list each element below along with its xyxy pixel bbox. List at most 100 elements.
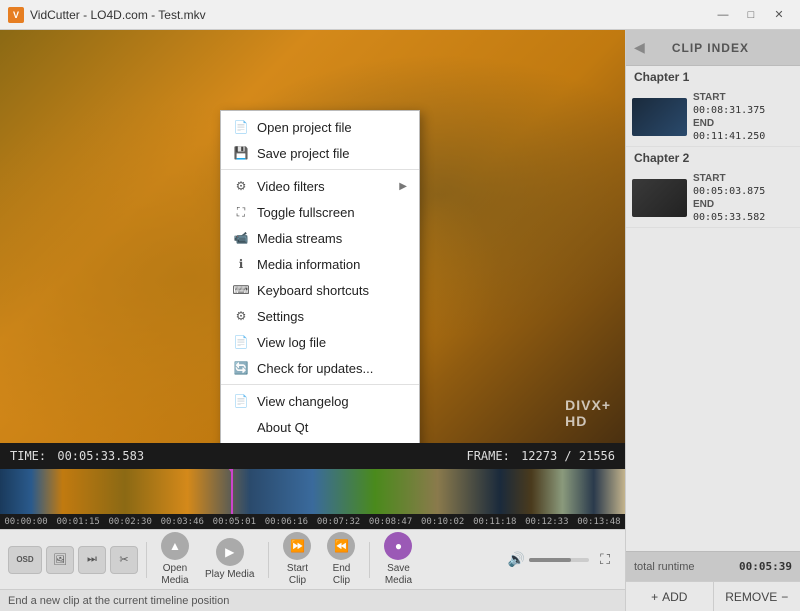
play-icon: ▶ — [216, 538, 244, 566]
volume-slider[interactable] — [529, 558, 589, 562]
timeline-marker-head — [225, 469, 237, 472]
start-label-2: START — [693, 173, 726, 184]
menu-item-save-project-label: Save project file — [257, 146, 350, 161]
menu-item-check-updates[interactable]: 🔄 Check for updates... — [221, 355, 419, 381]
timecode-0: 00:00:00 — [0, 517, 52, 527]
menu-item-view-log[interactable]: 📄 View log file — [221, 329, 419, 355]
separator-1 — [146, 542, 147, 578]
frame-label: FRAME: — [466, 449, 509, 463]
clip-thumb-2 — [632, 179, 687, 217]
frame-current: 12273 — [521, 449, 557, 463]
menu-item-view-changelog[interactable]: 📄 View changelog — [221, 388, 419, 414]
end-value-1: 00:11:41.250 — [693, 131, 765, 142]
timecode-6: 00:07:32 — [312, 517, 364, 527]
end-value-2: 00:05:33.582 — [693, 212, 765, 223]
menu-item-about-qt[interactable]: About Qt — [221, 414, 419, 440]
cut-button[interactable]: ✂ — [110, 546, 138, 574]
clip-info-1: START 00:08:31.375 END 00:11:41.250 — [693, 92, 765, 142]
add-remove-bar: + ADD REMOVE − — [626, 581, 800, 611]
chapter-1-label: Chapter 1 — [626, 66, 800, 88]
remove-label: REMOVE — [725, 590, 777, 604]
add-label: ADD — [662, 590, 687, 604]
menu-item-settings-label: Settings — [257, 309, 304, 324]
menu-item-settings[interactable]: ⚙ Settings — [221, 303, 419, 329]
open-media-label: OpenMedia — [161, 563, 188, 587]
start-clip-icon: ⏩ — [283, 532, 311, 560]
save-media-button[interactable]: ● SaveMedia — [378, 528, 418, 591]
separator-2 — [268, 542, 269, 578]
about-qt-icon — [233, 419, 249, 435]
timeline-timecodes: 00:00:00 00:01:15 00:02:30 00:03:46 00:0… — [0, 514, 625, 529]
clip-item-1: START 00:08:31.375 END 00:11:41.250 — [626, 88, 800, 147]
controls-bar: OSD 🖼 ⏭ ✂ ▲ OpenMedia ▶ Play Media ⏩ Sta… — [0, 529, 625, 589]
clip-start-value-row-2: 00:05:03.875 — [693, 186, 765, 197]
video-panel: 📄 Open project file 💾 Save project file … — [0, 30, 625, 611]
menu-item-keyboard-shortcuts[interactable]: ⌨ Keyboard shortcuts — [221, 277, 419, 303]
settings-icon: ⚙ — [233, 308, 249, 324]
time-display: TIME: 00:05:33.583 — [10, 449, 144, 463]
clip-index-header: ◀ CLIP INDEX — [626, 30, 800, 66]
status-text: End a new clip at the current timeline p… — [8, 595, 229, 607]
volume-icon: 🔊 — [508, 551, 525, 568]
menu-separator-2 — [221, 384, 419, 385]
timecode-4: 00:05:01 — [208, 517, 260, 527]
menu-item-fullscreen-label: Toggle fullscreen — [257, 205, 355, 220]
maximize-button[interactable]: □ — [738, 5, 764, 25]
nav-back-arrow[interactable]: ◀ — [634, 39, 645, 56]
save-media-label: SaveMedia — [385, 563, 412, 587]
menu-separator-1 — [221, 169, 419, 170]
timeline-area[interactable]: 00:00:00 00:01:15 00:02:30 00:03:46 00:0… — [0, 469, 625, 529]
menu-item-video-filters[interactable]: ⚙ Video filters ▶ — [221, 173, 419, 199]
fullscreen-icon[interactable]: ⛶ — [593, 548, 617, 572]
time-value: 00:05:33.583 — [57, 449, 144, 463]
menu-item-toggle-fullscreen[interactable]: ⛶ Toggle fullscreen — [221, 199, 419, 225]
arrow-icon: ▶ — [399, 181, 407, 192]
close-button[interactable]: ✕ — [766, 5, 792, 25]
screenshot-button[interactable]: 🖼 — [46, 546, 74, 574]
update-icon: 🔄 — [233, 360, 249, 376]
menu-item-media-streams-label: Media streams — [257, 231, 342, 246]
menu-item-open-project-label: Open project file — [257, 120, 352, 135]
menu-item-open-project[interactable]: 📄 Open project file — [221, 114, 419, 140]
end-clip-label: EndClip — [333, 563, 351, 587]
clip-start-row-2: START — [693, 173, 765, 184]
clip-end-row-2: END — [693, 199, 765, 210]
timeline-thumbnails — [0, 469, 625, 514]
video-area[interactable]: 📄 Open project file 💾 Save project file … — [0, 30, 625, 443]
menu-item-keyboard-shortcuts-label: Keyboard shortcuts — [257, 283, 369, 298]
osd-button[interactable]: OSD — [8, 546, 42, 574]
clip-info-2: START 00:05:03.875 END 00:05:33.582 — [693, 173, 765, 223]
menu-item-media-streams[interactable]: 📹 Media streams — [221, 225, 419, 251]
menu-item-media-information[interactable]: ℹ Media information — [221, 251, 419, 277]
open-media-button[interactable]: ▲ OpenMedia — [155, 528, 195, 591]
runtime-value: 00:05:39 — [739, 560, 792, 573]
open-media-icon: ▲ — [161, 532, 189, 560]
menu-item-save-project[interactable]: 💾 Save project file — [221, 140, 419, 166]
clip-item-2: START 00:05:03.875 END 00:05:33.582 — [626, 169, 800, 228]
menu-item-about-vidcutter[interactable]: About VidCutter — [221, 440, 419, 443]
menu-item-view-changelog-label: View changelog — [257, 394, 349, 409]
clip-end-value-row-2: 00:05:33.582 — [693, 212, 765, 223]
start-value-1: 00:08:31.375 — [693, 105, 765, 116]
end-label-1: END — [693, 118, 714, 129]
status-bar: End a new clip at the current timeline p… — [0, 589, 625, 611]
end-clip-button[interactable]: ⏪ EndClip — [321, 528, 361, 591]
time-label: TIME: — [10, 449, 46, 463]
add-button[interactable]: + ADD — [626, 582, 714, 611]
minimize-button[interactable]: — — [710, 5, 736, 25]
volume-control: 🔊 ⛶ — [508, 548, 617, 572]
titlebar-left: V VidCutter - LO4D.com - Test.mkv — [8, 7, 206, 23]
media-streams-icon: 📹 — [233, 230, 249, 246]
video-statusbar: TIME: 00:05:33.583 FRAME: 12273 / 21556 — [0, 443, 625, 469]
timecode-10: 00:12:33 — [521, 517, 573, 527]
skip-button[interactable]: ⏭ — [78, 546, 106, 574]
play-media-button[interactable]: ▶ Play Media — [199, 534, 260, 585]
runtime-label: total runtime — [634, 561, 695, 573]
start-clip-button[interactable]: ⏩ StartClip — [277, 528, 317, 591]
remove-button[interactable]: REMOVE − — [714, 582, 800, 611]
media-info-icon: ℹ — [233, 256, 249, 272]
clip-index-nav: ◀ — [634, 39, 645, 56]
app-icon: V — [8, 7, 24, 23]
video-filters-icon: ⚙ — [233, 178, 249, 194]
clip-start-value-row-1: 00:08:31.375 — [693, 105, 765, 116]
